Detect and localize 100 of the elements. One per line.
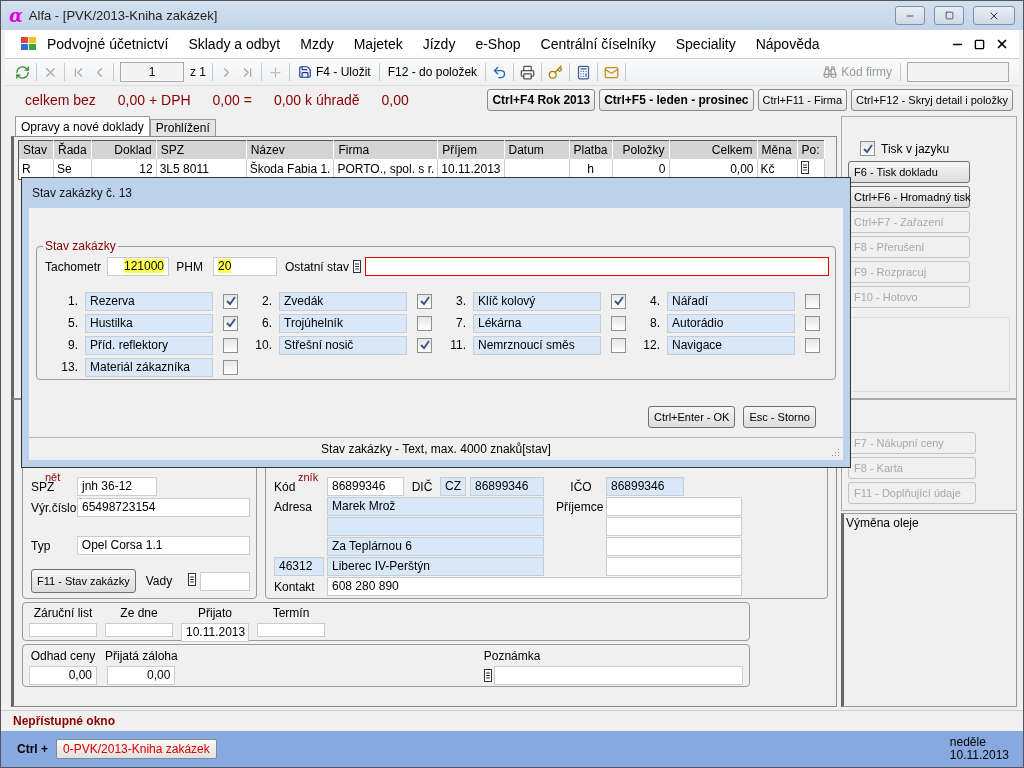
item-field[interactable]: Trojúhelník (279, 313, 407, 333)
item-checkbox[interactable] (611, 293, 626, 309)
company-code-field[interactable] (907, 62, 1009, 82)
column-header[interactable]: Doklad (91, 140, 157, 159)
text-field[interactable]: CZ (440, 477, 466, 496)
column-header[interactable]: Po: (797, 140, 825, 159)
date-field[interactable] (105, 623, 173, 637)
memo-icon[interactable] (188, 573, 197, 586)
item-field[interactable]: Autorádio (667, 313, 795, 333)
tab[interactable]: Prohlížení (149, 119, 216, 136)
to-items-button[interactable]: F12 - do položek (385, 65, 480, 79)
text-field[interactable]: 86899346 (606, 477, 684, 496)
text-field[interactable]: 86899346 (470, 477, 544, 496)
menu-item[interactable]: Jízdy (412, 36, 466, 52)
print-language-checkbox[interactable] (860, 141, 875, 156)
item-checkbox[interactable] (223, 293, 238, 309)
date-field[interactable] (29, 623, 97, 637)
save-button[interactable]: F4 - Uložit (296, 65, 373, 79)
undo-icon[interactable] (492, 64, 508, 80)
page-field[interactable]: 1 (120, 62, 184, 82)
menu-item[interactable]: Mzdy (290, 36, 344, 52)
column-header[interactable]: Firma (333, 140, 438, 159)
amount-field[interactable]: 0,00 (107, 666, 176, 685)
memo-icon[interactable] (483, 669, 492, 682)
column-header[interactable]: SPZ (156, 140, 247, 159)
text-field[interactable]: jnh 36-12 (77, 477, 157, 496)
item-checkbox[interactable] (223, 359, 238, 375)
mail-icon[interactable] (604, 64, 620, 80)
order-status-button[interactable]: F11 - Stav zakázky (31, 569, 136, 593)
menu-item[interactable]: Centrální číselníky (530, 36, 666, 52)
action-button[interactable]: F6 - Tisk dokladu (848, 161, 970, 183)
toolbar-button[interactable]: Ctrl+F11 - Firma (757, 89, 848, 111)
item-checkbox[interactable] (805, 315, 820, 331)
column-header[interactable]: Celkem (669, 140, 758, 159)
item-field[interactable]: Nemrznoucí směs (473, 335, 601, 355)
toolbar-button[interactable]: Ctrl+F4 Rok 2013 (487, 89, 596, 111)
amount-field[interactable]: 0,00 (29, 666, 97, 685)
item-checkbox[interactable] (223, 337, 238, 353)
item-field[interactable]: Příd. reflektory (85, 335, 213, 355)
column-header[interactable]: Datum (504, 140, 569, 159)
column-header[interactable]: Řada (53, 140, 92, 159)
column-header[interactable]: Položky (612, 140, 670, 159)
date-field[interactable]: 10.11.2013 (181, 623, 249, 642)
item-field[interactable]: Rezerva (85, 291, 213, 311)
text-field[interactable]: 608 280 890 (327, 577, 742, 596)
date-field[interactable] (257, 623, 325, 637)
odometer-field[interactable]: 121000 (107, 257, 169, 276)
text-field[interactable] (200, 571, 250, 591)
column-header[interactable]: Měna (757, 140, 798, 159)
item-checkbox[interactable] (805, 337, 820, 353)
item-field[interactable]: Navigace (667, 335, 795, 355)
item-checkbox[interactable] (805, 293, 820, 309)
refresh-icon[interactable] (15, 64, 30, 80)
text-field[interactable]: 65498723154 (77, 498, 250, 517)
item-checkbox[interactable] (417, 337, 432, 353)
printer-icon[interactable] (520, 64, 536, 80)
calculator-icon[interactable] (576, 64, 592, 80)
toolbar-button[interactable]: Ctrl+F5 - leden - prosinec (599, 89, 754, 111)
memo-icon[interactable] (800, 161, 809, 174)
text-field[interactable]: Marek Mrož (327, 497, 544, 516)
column-header[interactable]: Název (246, 140, 334, 159)
text-field[interactable] (327, 517, 544, 536)
item-field[interactable]: Zvedák (279, 291, 407, 311)
text-field[interactable] (606, 557, 742, 576)
resize-grip-icon[interactable] (830, 447, 840, 457)
menu-item[interactable]: Majetek (343, 36, 413, 52)
item-field[interactable]: Střešní nosič (279, 335, 407, 355)
item-field[interactable]: Materiál zákazníka (85, 357, 213, 377)
note-field[interactable] (493, 666, 743, 685)
column-header[interactable]: Příjem (437, 140, 504, 159)
item-checkbox[interactable] (417, 293, 432, 309)
close-icon[interactable] (995, 37, 1009, 51)
text-field[interactable]: Opel Corsa 1.1 (76, 536, 250, 555)
fuel-field[interactable]: 20 (213, 257, 277, 276)
text-field[interactable]: 86899346 (327, 477, 404, 496)
memo-icon[interactable] (353, 260, 362, 273)
text-field[interactable] (606, 537, 742, 556)
text-field[interactable]: 46312 (274, 557, 324, 576)
dialog-button[interactable]: Esc - Storno (743, 406, 816, 428)
close-button[interactable] (973, 6, 1015, 25)
item-checkbox[interactable] (611, 315, 626, 331)
action-button[interactable]: Ctrl+F6 - Hromadný tisk (848, 186, 970, 208)
menu-item[interactable]: Speciality (665, 36, 746, 52)
item-checkbox[interactable] (611, 337, 626, 353)
text-field[interactable]: Za Teplárnou 6 (327, 537, 544, 556)
toolbar-button[interactable]: Ctrl+F12 - Skryj detail i položky (851, 89, 1013, 111)
item-field[interactable]: Nářadí (667, 291, 795, 311)
text-field[interactable] (606, 497, 742, 516)
menu-item[interactable]: Sklady a odbyt (178, 36, 291, 52)
column-header[interactable]: Stav (18, 140, 54, 159)
column-header[interactable]: Platba (569, 140, 613, 159)
item-field[interactable]: Hustilka (85, 313, 213, 333)
menu-item[interactable]: e-Shop (465, 36, 531, 52)
menu-item[interactable]: Nápověda (745, 36, 830, 52)
tab[interactable]: Opravy a nové doklady (15, 116, 150, 136)
add-icon[interactable] (268, 64, 283, 80)
restore-icon[interactable] (974, 38, 985, 50)
window-button[interactable]: 0-PVK/2013-Kniha zakázek (56, 739, 217, 759)
minimize-button[interactable] (895, 6, 925, 25)
app-menu-icon[interactable] (21, 37, 37, 51)
